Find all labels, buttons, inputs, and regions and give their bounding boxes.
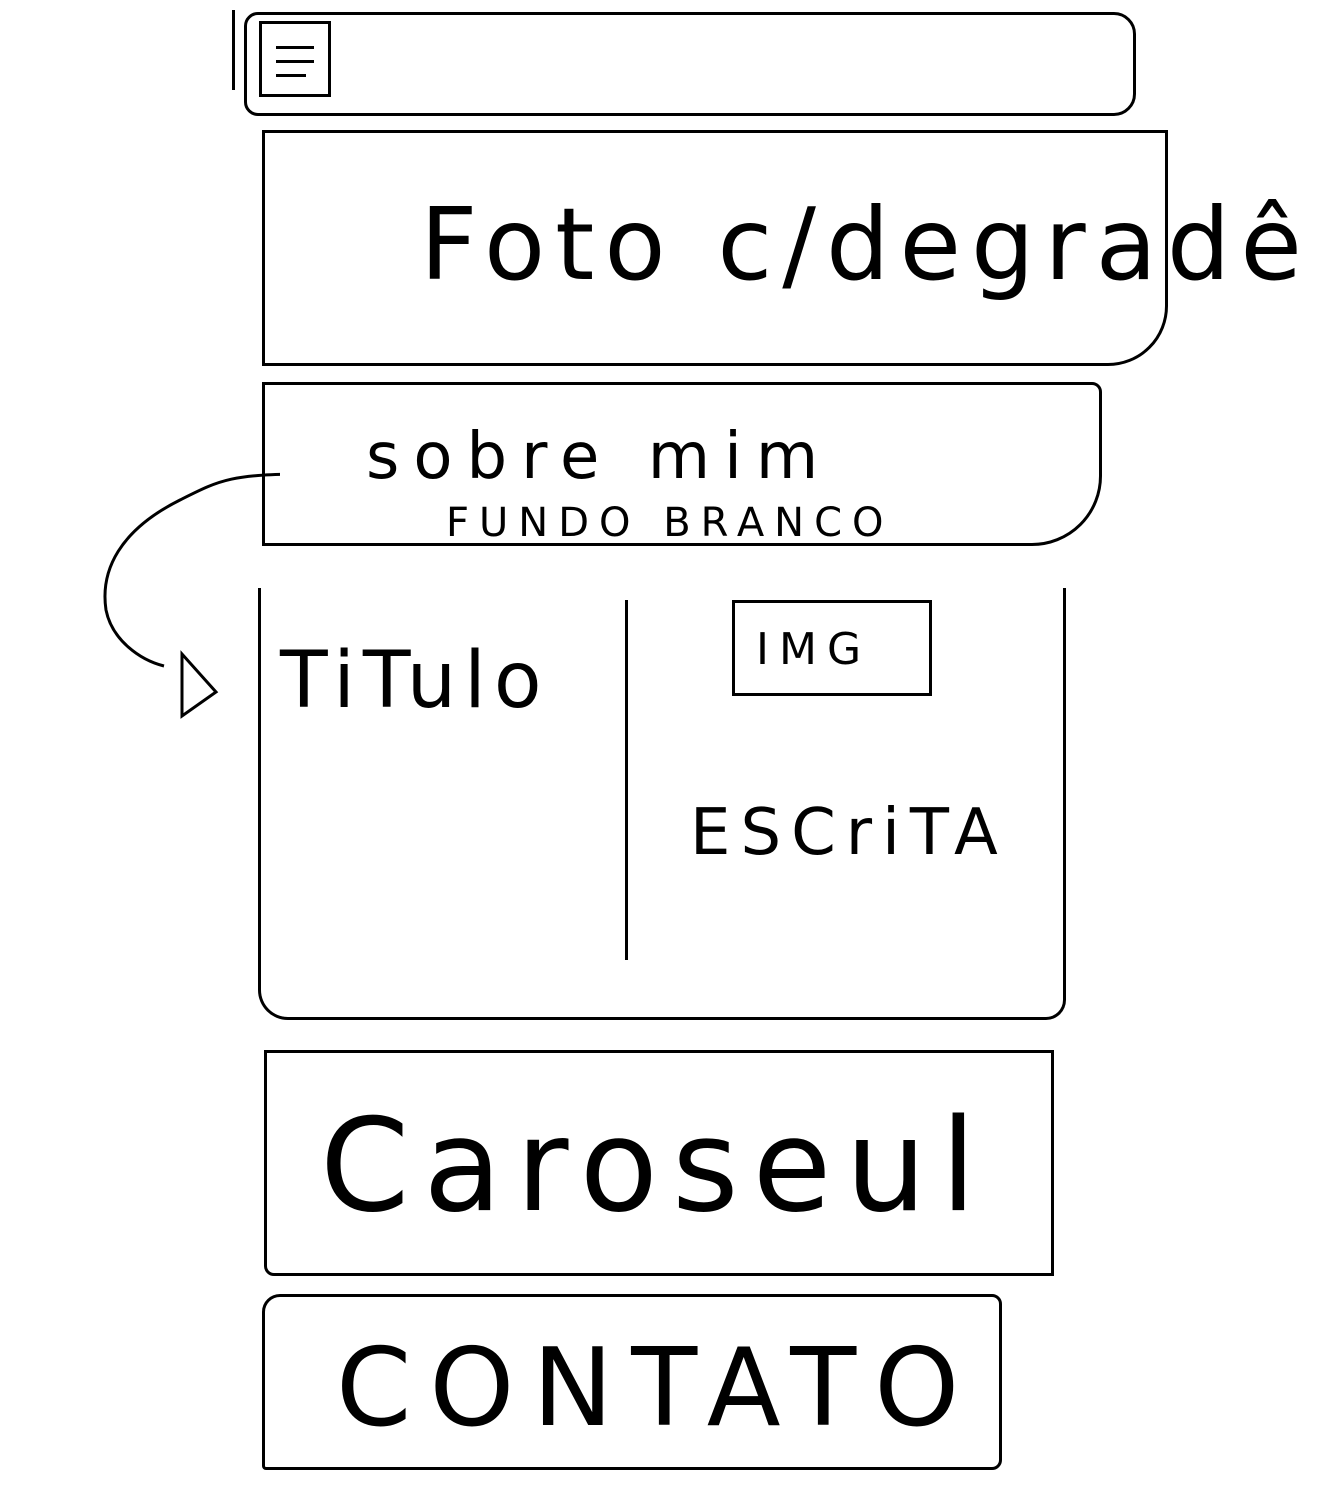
navbar-edge-mark: [232, 10, 235, 90]
image-label: IMG: [756, 624, 872, 675]
column-divider: [625, 600, 628, 960]
about-subtitle: FUNDO BRANCO: [446, 500, 894, 546]
hero-label: Foto c/degradê: [420, 186, 1312, 303]
content-text: ESCriTA: [690, 796, 1008, 870]
content-title: TiTulo: [280, 636, 550, 726]
contact-label: CONTATO: [336, 1326, 978, 1451]
about-title: sobre mim: [366, 420, 833, 494]
navbar: [244, 12, 1136, 116]
connector-arrow-icon: [103, 472, 280, 719]
hamburger-menu-icon[interactable]: [259, 21, 331, 97]
carousel-label: Caroseul: [320, 1092, 991, 1241]
